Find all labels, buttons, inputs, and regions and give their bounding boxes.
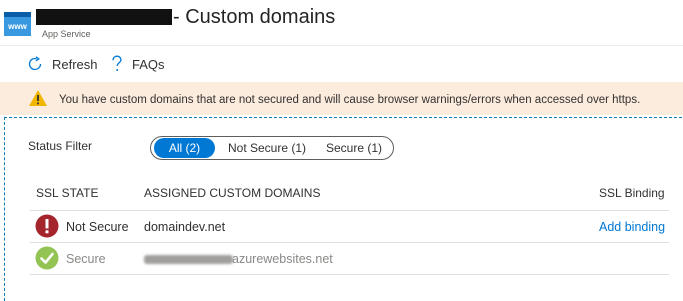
filter-option-not-secure[interactable]: Not Secure (1) bbox=[222, 138, 312, 158]
table-divider bbox=[30, 242, 669, 243]
column-header-assigned-domains: ASSIGNED CUSTOM DOMAINS bbox=[144, 186, 321, 200]
filter-option-all[interactable]: All (2) bbox=[154, 138, 215, 158]
column-header-ssl-state: SSL STATE bbox=[36, 186, 99, 200]
table-divider bbox=[30, 274, 669, 275]
faqs-button[interactable]: FAQs bbox=[111, 52, 165, 76]
add-binding-link[interactable]: Add binding bbox=[599, 220, 665, 234]
error-icon bbox=[35, 214, 59, 238]
status-filter-label: Status Filter bbox=[28, 139, 93, 153]
refresh-icon bbox=[28, 56, 42, 71]
warning-message: You have custom domains that are not sec… bbox=[59, 94, 641, 106]
filter-option-secure[interactable]: Secure (1) bbox=[320, 138, 388, 158]
row-ssl-state: Not Secure bbox=[66, 220, 129, 234]
row-domain-suffix: azurewebsites.net bbox=[232, 252, 333, 266]
app-icon-text: www bbox=[7, 22, 27, 31]
warning-icon bbox=[28, 89, 48, 112]
refresh-label: Refresh bbox=[52, 56, 98, 72]
page-title: - Custom domains bbox=[173, 6, 336, 28]
question-mark-icon bbox=[112, 55, 122, 71]
redacted-domain-prefix bbox=[144, 255, 233, 264]
checkmark-icon bbox=[35, 246, 59, 270]
header-divider bbox=[0, 45, 683, 46]
row-ssl-state: Secure bbox=[66, 252, 106, 266]
redacted-app-name bbox=[36, 9, 172, 25]
faqs-label: FAQs bbox=[132, 56, 165, 72]
page-subtitle: App Service bbox=[42, 29, 91, 39]
app-service-icon: www bbox=[4, 12, 31, 36]
row-domain: domaindev.net bbox=[144, 220, 226, 234]
column-header-ssl-binding: SSL Binding bbox=[599, 186, 665, 200]
table-divider bbox=[30, 210, 669, 211]
refresh-button[interactable]: Refresh bbox=[27, 52, 98, 76]
